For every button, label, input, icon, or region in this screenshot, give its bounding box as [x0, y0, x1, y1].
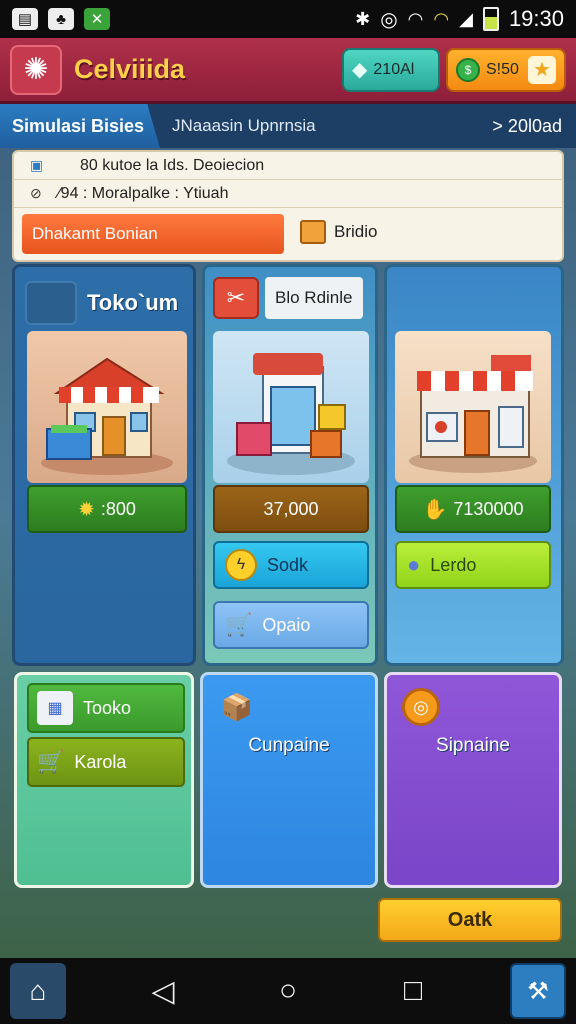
pill-button-lerdo[interactable]: ● Lerdo: [395, 541, 551, 589]
gem-icon: ◆: [352, 59, 368, 81]
pill-opaio-label: Opaio: [262, 614, 311, 635]
store-column-2: ✂ Blo Rdinle 37,000 ϟ Sodk 🛒 Opaio: [202, 264, 378, 666]
market-illustration-icon: [409, 355, 537, 473]
info-card: ▣ 80 kutoe la Ids. Deoiecion ⊘ ⁄94 : Mor…: [12, 150, 564, 262]
panel-sipnaine[interactable]: ◎ Sipnaine: [384, 672, 562, 888]
column-2-header: ✂ Blo Rdinle: [213, 277, 363, 319]
price-button-2[interactable]: 37,000: [213, 485, 369, 533]
kiosk-illustration-icon: [227, 353, 355, 475]
tab-subtitle: JNaaasin Upnrnsia: [172, 116, 316, 135]
crate-icon: ▦: [37, 691, 73, 725]
store-outline-icon: [25, 281, 77, 325]
info-row-2-text: ⁄94 : Moralpalke : Ytiuah: [58, 184, 229, 202]
store-card-2[interactable]: [213, 331, 369, 483]
box-icon: [300, 220, 326, 244]
clock-icon: ⊘: [30, 185, 42, 201]
cart-icon: 🛒: [37, 749, 65, 774]
tab-strip: Simulasi Bisies JNaaasin Upnrnsia > 20l0…: [0, 104, 576, 148]
price-button-1[interactable]: ✹ :800: [27, 485, 187, 533]
coin-icon: $: [456, 57, 480, 82]
promo-tag-label: Bridio: [334, 222, 378, 241]
price-1-value: :800: [100, 498, 136, 519]
shop-illustration-icon: [41, 357, 173, 475]
panel-cunpaine[interactable]: 📦 Cunpaine: [200, 672, 378, 888]
bow-icon[interactable]: ✂: [213, 277, 259, 319]
pill-button-opaio[interactable]: 🛒 Opaio: [213, 601, 369, 649]
home-icon[interactable]: ⌂: [10, 963, 66, 1019]
home-circle-icon[interactable]: ○: [260, 963, 316, 1019]
bluetooth-icon: ✱: [355, 8, 371, 29]
coin-icon: ◎: [401, 688, 441, 726]
gallery-icon: ♣: [48, 8, 74, 30]
signal-icon: ◢: [459, 8, 473, 29]
column-1-title: Toko`um: [87, 290, 179, 315]
store-card-3[interactable]: [395, 331, 551, 483]
info-row-2: ⊘ ⁄94 : Moralpalke : Ytiuah: [14, 180, 562, 208]
panel-shop-list: ▦ Tooko 🛒 Karola: [14, 672, 194, 888]
pill-lerdo-label: Lerdo: [430, 554, 477, 575]
lightning-coin-icon: ϟ: [225, 549, 257, 581]
package-icon: 📦: [220, 691, 254, 722]
coins-counter[interactable]: $ S!50 ★: [446, 47, 566, 92]
panel-sipnaine-label: Sipnaine: [436, 735, 510, 756]
store-column-3: ✋ 7130000 ● Lerdo: [384, 264, 564, 666]
hand-coin-icon: ✋: [422, 498, 448, 521]
pill-sodk-label: Sodk: [267, 554, 309, 575]
mini-button-karola[interactable]: 🛒 Karola: [27, 737, 185, 787]
store-card-1[interactable]: [27, 331, 187, 483]
sim-card-icon: ▤: [12, 8, 38, 30]
clock: 19:30: [508, 6, 564, 31]
recents-icon[interactable]: □: [385, 963, 441, 1019]
price-3-value: 7130000: [453, 498, 524, 519]
gems-value: 210Al: [373, 60, 415, 78]
gem-pair-icon: ●: [407, 552, 421, 577]
star-icon[interactable]: ★: [528, 55, 556, 84]
gems-counter[interactable]: ◆ 210Al: [342, 47, 440, 92]
game-icon: ✕: [84, 8, 110, 30]
pill-button-sodk[interactable]: ϟ Sodk: [213, 541, 369, 589]
app-title: Celviiida: [74, 54, 186, 84]
app-logo-icon[interactable]: ✺: [10, 44, 62, 95]
tab-forward-link[interactable]: > 20l0ad: [492, 116, 562, 137]
coins-value: S!50: [486, 60, 519, 78]
app-header: ✺ Celviiida ◆ 210Al $ S!50 ★: [0, 38, 576, 104]
status-right-icons: ✱ ◎ ◠ ◠ ◢ 19:30: [355, 6, 564, 32]
status-left-icons: ▤ ♣ ✕: [12, 8, 110, 30]
card-icon: ▣: [30, 157, 44, 173]
mini-tooko-label: Tooko: [83, 697, 132, 718]
panel-cunpaine-label: Cunpaine: [248, 735, 330, 756]
info-row-1: ▣ 80 kutoe la Ids. Deoiecion: [14, 152, 562, 180]
promo-tag[interactable]: Bridio: [300, 220, 377, 244]
status-bar: ▤ ♣ ✕ ✱ ◎ ◠ ◠ ◢ 19:30: [0, 0, 576, 38]
cart-icon: 🛒: [225, 612, 253, 637]
tool-icon[interactable]: ⚒: [510, 963, 566, 1019]
back-icon[interactable]: ◁: [135, 963, 191, 1019]
mini-karola-label: Karola: [74, 751, 127, 772]
tab-simulasi-bisnis[interactable]: Simulasi Bisies: [0, 104, 160, 148]
price-button-3[interactable]: ✋ 7130000: [395, 485, 551, 533]
promo-button[interactable]: Dhakamt Bonian: [22, 214, 284, 254]
wifi-icon: ◠: [407, 8, 424, 29]
navigation-bar: ⌂ ◁ ○ □ ⚒: [0, 958, 576, 1024]
store-column-1: Toko`um ✹ :800: [12, 264, 196, 666]
sync-icon: ◎: [380, 8, 398, 31]
info-row-1-text: 80 kutoe la Ids. Deoiecion: [80, 156, 265, 174]
battery-icon: [482, 7, 499, 31]
wifi-icon: ◠: [433, 8, 450, 29]
column-1-header: Toko`um: [25, 277, 185, 329]
column-2-chip[interactable]: Blo Rdinle: [265, 277, 363, 319]
action-button[interactable]: Oatk: [378, 898, 562, 942]
sun-coin-icon: ✹: [78, 498, 95, 521]
mini-button-tooko[interactable]: ▦ Tooko: [27, 683, 185, 733]
